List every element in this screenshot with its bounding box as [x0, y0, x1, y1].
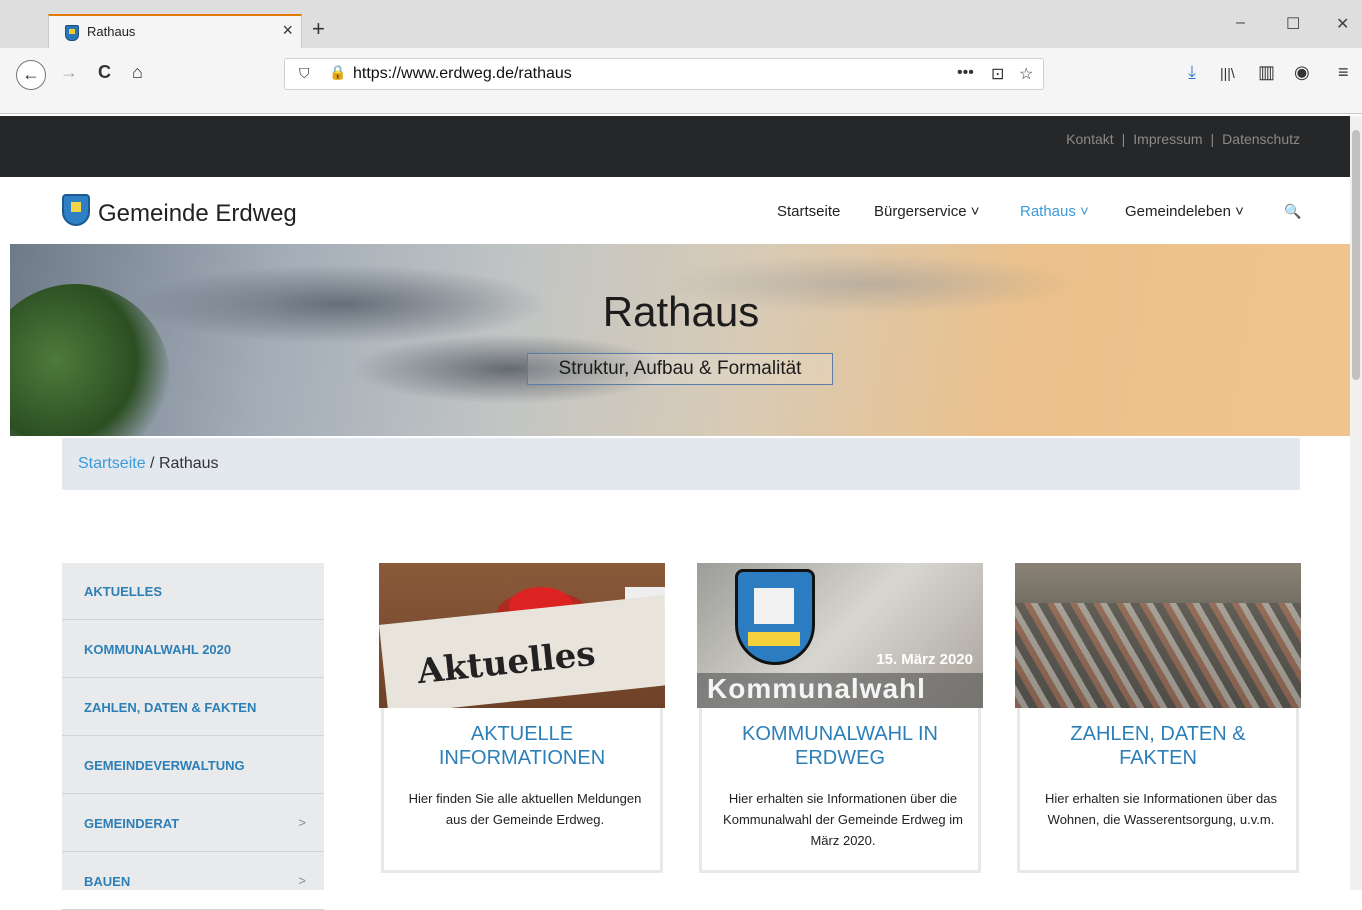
- card-title[interactable]: ZAHLEN, DATEN & FAKTEN: [1020, 722, 1296, 770]
- tab-close-icon[interactable]: ×: [282, 20, 293, 41]
- separator: |: [1210, 131, 1215, 147]
- url-text[interactable]: https://www.erdweg.de/rathaus: [353, 65, 572, 83]
- separator: |: [1121, 131, 1126, 147]
- tracking-shield-icon[interactable]: ⛉: [299, 65, 310, 82]
- minimize-button[interactable]: –: [1236, 14, 1245, 32]
- hero-title: Rathaus: [602, 288, 760, 335]
- card-title-line: FAKTEN: [1119, 747, 1197, 769]
- address-bar[interactable]: ⛉ 🔒 https://www.erdweg.de/rathaus ••• ⊡ …: [284, 58, 1044, 90]
- sidebar-toggle-icon[interactable]: ▥: [1258, 62, 1275, 83]
- impressum-link[interactable]: Impressum: [1133, 131, 1202, 147]
- back-button[interactable]: ←: [16, 60, 46, 90]
- datenschutz-link[interactable]: Datenschutz: [1222, 131, 1300, 147]
- sidebar-item-gemeindeverwaltung[interactable]: GEMEINDEVERWALTUNG: [62, 737, 324, 794]
- nav-startseite[interactable]: Startseite: [777, 203, 840, 220]
- chevron-right-icon: >: [298, 815, 306, 830]
- sidebar-item-bauen[interactable]: BAUEN >: [62, 853, 324, 910]
- card-title-line: KOMMUNALWAHL IN: [742, 723, 938, 745]
- nav-buergerservice[interactable]: Bürgerservice ˅: [874, 203, 979, 220]
- close-window-button[interactable]: ✕: [1336, 14, 1349, 34]
- sidebar-item-aktuelles[interactable]: AKTUELLES: [62, 563, 324, 620]
- card-description: Hier erhalten sie Informationen über die…: [723, 791, 963, 848]
- top-links: Kontakt | Impressum | Datenschutz: [1066, 131, 1300, 147]
- card-image-text: Kommunalwahl: [707, 673, 926, 704]
- sidebar-item-label: KOMMUNALWAHL 2020: [84, 642, 232, 657]
- roofs-texture: [1015, 603, 1301, 708]
- card-title[interactable]: AKTUELLE INFORMATIONEN: [384, 722, 660, 770]
- sidebar-item-label: GEMEINDERAT: [84, 816, 180, 831]
- downloads-icon[interactable]: ⤓: [1188, 62, 1196, 83]
- nav-gemeindeleben[interactable]: Gemeindeleben ˅: [1125, 203, 1244, 220]
- coat-of-arms-icon[interactable]: [62, 194, 90, 226]
- card-title-line: ERDWEG: [795, 747, 885, 769]
- scrollbar-thumb[interactable]: [1352, 130, 1360, 380]
- card-zahlen[interactable]: ZAHLEN, DATEN & FAKTEN Hier erhalten sie …: [1015, 563, 1301, 873]
- sidebar-item-label: GEMEINDEVERWALTUNG: [84, 758, 245, 773]
- reload-button[interactable]: C: [98, 62, 111, 83]
- nav-rathaus[interactable]: Rathaus ˅: [1020, 203, 1089, 220]
- hero-subtitle: Struktur, Aufbau & Formalität: [527, 353, 833, 385]
- hero-banner: [10, 244, 1350, 436]
- breadcrumb-home-link[interactable]: Startseite: [78, 455, 146, 472]
- card-description: Hier finden Sie alle aktuellen Meldungen…: [408, 791, 642, 827]
- page-actions-icon[interactable]: •••: [957, 64, 974, 82]
- site-favicon-icon: [65, 25, 79, 41]
- breadcrumb-separator: /: [145, 455, 159, 472]
- sidebar-item-label: ZAHLEN, DATEN & FAKTEN: [84, 700, 257, 715]
- new-tab-button[interactable]: +: [312, 16, 325, 42]
- card-aktuelles[interactable]: Aktuelles AKTUELLE INFORMATIONEN Hier fin…: [379, 563, 665, 873]
- card-title-line: AKTUELLE: [470, 723, 574, 745]
- search-icon[interactable]: 🔍: [1284, 203, 1301, 220]
- card-title[interactable]: KOMMUNALWAHL IN ERDWEG: [702, 722, 978, 770]
- town-aerial-image[interactable]: [1015, 563, 1301, 708]
- sidebar-item-gemeinderat[interactable]: GEMEINDERAT >: [62, 795, 324, 852]
- newspaper-image[interactable]: Aktuelles: [379, 563, 665, 708]
- coat-of-arms-icon: [735, 569, 815, 665]
- breadcrumb: Startseite / Rathaus: [62, 438, 1300, 490]
- sidebar-item-zahlen[interactable]: ZAHLEN, DATEN & FAKTEN: [62, 679, 324, 736]
- card-body: KOMMUNALWAHL IN ERDWEG Hier erhalten sie …: [699, 708, 981, 873]
- kontakt-link[interactable]: Kontakt: [1066, 131, 1113, 147]
- card-title-line: INFORMATIONEN: [438, 747, 606, 769]
- kommunalwahl-image[interactable]: 15. März 2020 Kommunalwahl: [697, 563, 983, 708]
- menu-icon[interactable]: ≡: [1338, 62, 1349, 83]
- site-logo-text[interactable]: Gemeinde Erdweg: [98, 200, 297, 228]
- sidebar-nav: AKTUELLES KOMMUNALWAHL 2020 ZAHLEN, DATE…: [62, 563, 324, 910]
- browser-tab[interactable]: Rathaus ×: [48, 14, 302, 48]
- lock-icon[interactable]: 🔒: [329, 64, 346, 81]
- breadcrumb-current: Rathaus: [158, 455, 219, 472]
- sidebar-item-label: AKTUELLES: [84, 584, 162, 599]
- card-kommunalwahl[interactable]: 15. März 2020 Kommunalwahl KOMMUNALWAHL …: [697, 563, 983, 873]
- card-title-line: ZAHLEN, DATEN &: [1070, 723, 1246, 745]
- maximize-button[interactable]: ☐: [1286, 14, 1300, 34]
- card-body: AKTUELLE INFORMATIONEN Hier finden Sie al…: [381, 708, 663, 873]
- chevron-right-icon: >: [298, 873, 306, 888]
- tab-title: Rathaus: [87, 24, 136, 39]
- home-button[interactable]: ⌂: [132, 62, 143, 83]
- card-description: Hier erhalten sie Informationen über das…: [1045, 791, 1277, 827]
- sidebar-item-kommunalwahl[interactable]: KOMMUNALWAHL 2020: [62, 621, 324, 678]
- sidebar-item-label: BAUEN: [84, 874, 131, 889]
- forward-button[interactable]: →: [60, 62, 78, 83]
- bookmark-star-icon[interactable]: ☆: [1019, 64, 1033, 84]
- account-icon[interactable]: ◉: [1294, 62, 1310, 83]
- pocket-icon[interactable]: ⊡: [991, 64, 1004, 84]
- card-body: ZAHLEN, DATEN & FAKTEN Hier erhalten sie …: [1017, 708, 1299, 873]
- card-image-date: 15. März 2020: [876, 651, 973, 668]
- library-icon[interactable]: |||\: [1220, 65, 1235, 81]
